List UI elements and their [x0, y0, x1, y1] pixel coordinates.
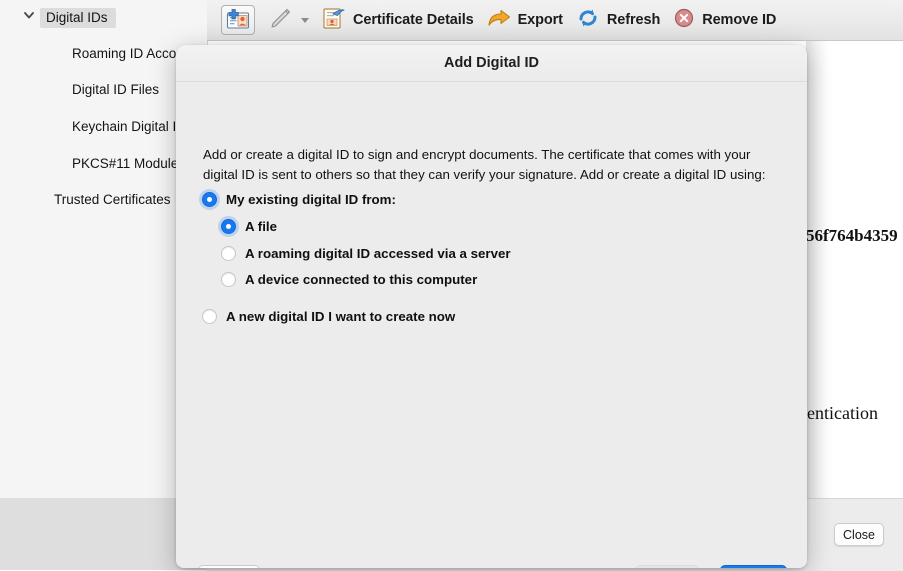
toolbar-button-edit[interactable]	[261, 3, 315, 37]
radio-indicator-unselected[interactable]	[221, 246, 236, 261]
certificate-hash-text: 56f764b4359	[806, 226, 898, 245]
refresh-icon	[575, 6, 601, 35]
radio-option-new-digital-id[interactable]: A new digital ID I want to create now	[202, 309, 455, 324]
radio-option-device-connected[interactable]: A device connected to this computer	[221, 272, 477, 287]
dialog-title: Add Digital ID	[443, 55, 540, 71]
radio-option-roaming-digital-id[interactable]: A roaming digital ID accessed via a serv…	[221, 246, 511, 261]
chevron-down-icon[interactable]	[301, 17, 309, 23]
sidebar-item-keychain-digital-ids[interactable]: Keychain Digital IDs	[72, 114, 193, 138]
sidebar-item-trusted-certificates[interactable]: Trusted Certificates	[54, 187, 171, 211]
sidebar-item-label: Trusted Certificates	[54, 191, 171, 207]
dialog-body: Add or create a digital ID to sign and e…	[176, 82, 807, 568]
background-panel-edge	[806, 41, 828, 500]
radio-label: A new digital ID I want to create now	[226, 309, 456, 324]
radio-option-existing-digital-id[interactable]: My existing digital ID from:	[202, 192, 396, 207]
sidebar-item-label: Keychain Digital IDs	[72, 118, 193, 134]
add-digital-id-dialog: Add Digital ID Add or create a digital I…	[176, 45, 807, 568]
sidebar-item-digital-ids[interactable]: Digital IDs	[40, 6, 116, 30]
cancel-button[interactable]: Cancel	[198, 565, 260, 568]
add-id-icon	[221, 5, 255, 35]
sidebar-item-label: Digital ID Files	[72, 81, 160, 97]
toolbar: Certificate Details Export Refresh Remov…	[207, 0, 903, 41]
pencil-edit-icon	[267, 6, 293, 35]
certificate-details-icon	[321, 6, 347, 35]
dialog-titlebar: Add Digital ID	[176, 45, 807, 82]
toolbar-label-certificate-details: Certificate Details	[353, 12, 474, 28]
toolbar-label-refresh: Refresh	[606, 12, 661, 28]
radio-indicator-unselected[interactable]	[202, 309, 217, 324]
radio-indicator-selected[interactable]	[221, 219, 236, 234]
radio-indicator-unselected[interactable]	[221, 272, 236, 287]
remove-id-icon	[672, 6, 696, 35]
toolbar-button-add-id[interactable]	[215, 3, 261, 37]
radio-label: A file	[245, 219, 278, 234]
radio-option-a-file[interactable]: A file	[221, 219, 277, 234]
toolbar-button-refresh[interactable]: Refresh	[569, 3, 666, 37]
radio-label: A roaming digital ID accessed via a serv…	[245, 246, 511, 261]
radio-label: My existing digital ID from:	[226, 192, 396, 207]
toolbar-label-export: Export	[517, 12, 563, 28]
sidebar-item-label: Digital IDs	[40, 8, 116, 28]
toolbar-button-export[interactable]: Export	[480, 3, 569, 37]
radio-label: A device connected to this computer	[245, 272, 478, 287]
dialog-description: Add or create a digital ID to sign and e…	[203, 147, 766, 182]
sidebar-item-digital-id-files[interactable]: Digital ID Files	[72, 77, 159, 101]
certificate-authentication-text: nentication	[798, 403, 878, 423]
back-button[interactable]: < Back	[635, 565, 699, 568]
next-button[interactable]: Next >	[720, 565, 787, 568]
chevron-down-icon[interactable]	[22, 8, 36, 22]
export-arrow-icon	[486, 6, 512, 35]
toolbar-button-remove-id[interactable]: Remove ID	[666, 3, 782, 37]
toolbar-label-remove-id: Remove ID	[702, 12, 777, 28]
radio-indicator-selected[interactable]	[202, 192, 217, 207]
toolbar-button-certificate-details[interactable]: Certificate Details	[315, 3, 480, 37]
close-button[interactable]: Close	[834, 523, 884, 546]
